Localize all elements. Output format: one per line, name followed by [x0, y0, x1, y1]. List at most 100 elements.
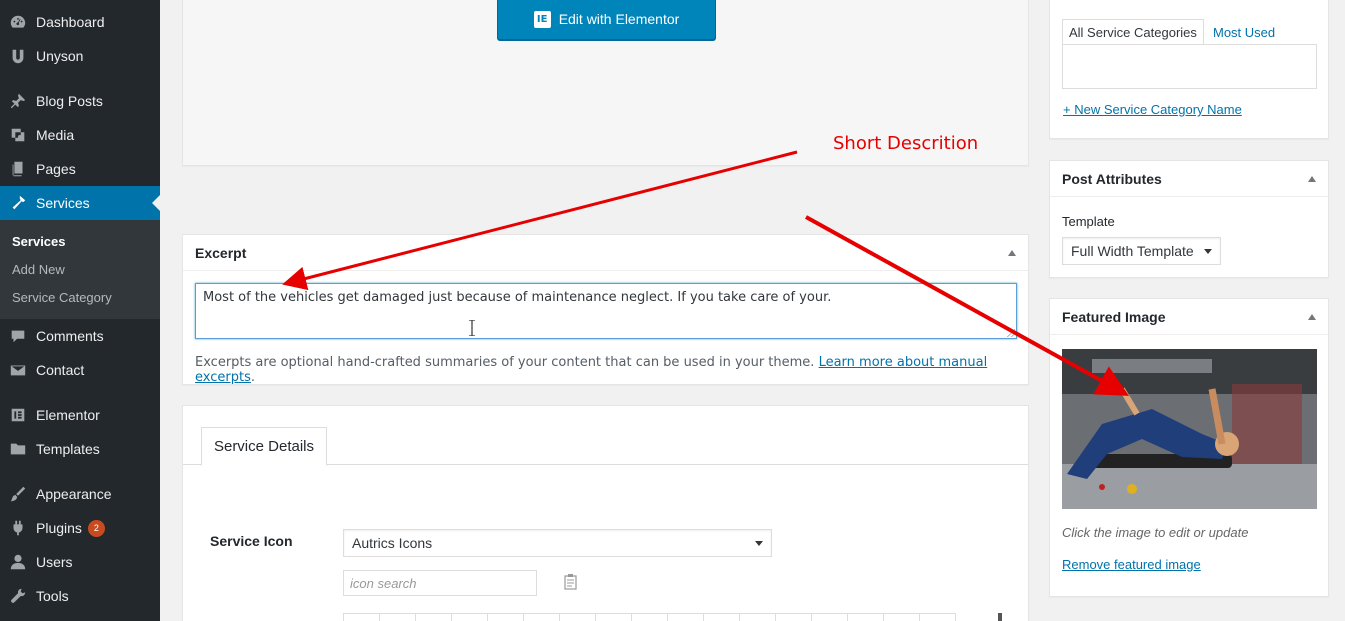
- sidebar-item-label: Templates: [36, 441, 100, 457]
- services-submenu: Services Add New Service Category: [0, 220, 160, 319]
- edit-with-elementor-label: Edit with Elementor: [558, 11, 680, 27]
- envelope-icon: [0, 361, 36, 379]
- service-icon-select[interactable]: Autrics Icons: [343, 529, 772, 557]
- icon-cell[interactable]: [379, 613, 416, 621]
- sidebar-item-media[interactable]: Media: [0, 118, 160, 152]
- folder-icon: [0, 440, 36, 458]
- icon-cell[interactable]: [559, 613, 596, 621]
- sidebar-item-label: Contact: [36, 362, 85, 378]
- icon-cell[interactable]: [739, 613, 776, 621]
- icon-grid-scrollbar[interactable]: [998, 613, 1002, 621]
- add-service-category-link[interactable]: + New Service Category Name: [1063, 102, 1242, 117]
- resize-grip-icon[interactable]: [1007, 329, 1015, 337]
- featured-image-thumbnail[interactable]: [1062, 349, 1317, 509]
- icon-search-input[interactable]: [343, 570, 537, 596]
- submenu-item-service-category[interactable]: Service Category: [12, 290, 112, 305]
- sidebar-item-blog-posts[interactable]: Blog Posts: [0, 84, 160, 118]
- hammer-icon: [0, 194, 36, 212]
- service-icon-select-value: Autrics Icons: [352, 535, 433, 551]
- featured-image-hint: Click the image to edit or update: [1062, 525, 1249, 540]
- sidebar-item-appearance[interactable]: Appearance: [0, 477, 160, 511]
- sidebar-item-pages[interactable]: Pages: [0, 152, 160, 186]
- tab-all-service-categories[interactable]: All Service Categories: [1062, 19, 1204, 45]
- excerpt-box: Excerpt Most of the vehicles get damaged…: [182, 234, 1029, 385]
- icon-picker-grid: [343, 613, 987, 621]
- dropdown-arrow-icon: [1204, 248, 1212, 254]
- excerpt-header[interactable]: Excerpt: [183, 235, 1028, 271]
- sidebar-item-label: Services: [36, 195, 90, 211]
- icon-cell[interactable]: [919, 613, 956, 621]
- icon-cell[interactable]: [595, 613, 632, 621]
- sidebar-item-label: Appearance: [36, 486, 112, 502]
- pages-icon: [0, 160, 36, 178]
- icon-cell[interactable]: [451, 613, 488, 621]
- sidebar-item-label: Pages: [36, 161, 76, 177]
- sidebar-item-label: Elementor: [36, 407, 100, 423]
- sidebar-item-contact[interactable]: Contact: [0, 353, 160, 387]
- clipboard-icon[interactable]: [562, 573, 580, 591]
- featured-image-title: Featured Image: [1062, 308, 1166, 325]
- icon-cell[interactable]: [487, 613, 524, 621]
- current-menu-arrow: [152, 195, 160, 211]
- template-select[interactable]: Full Width Template: [1062, 237, 1221, 265]
- excerpt-help-end: .: [250, 370, 255, 385]
- tab-service-details[interactable]: Service Details: [201, 427, 327, 466]
- sidebar-item-tools[interactable]: Tools: [0, 579, 160, 613]
- collapse-arrow-icon[interactable]: [1308, 175, 1316, 182]
- post-attributes-header[interactable]: Post Attributes: [1050, 161, 1328, 197]
- service-details-box: Service Details Service Icon Autrics Ico…: [182, 405, 1029, 621]
- sidebar-item-elementor[interactable]: Elementor: [0, 398, 160, 432]
- sidebar-item-users[interactable]: Users: [0, 545, 160, 579]
- sidebar-item-unyson[interactable]: Unyson: [0, 39, 160, 73]
- admin-sidebar: Dashboard Unyson Blog Posts Media Pages …: [0, 0, 160, 621]
- icon-cell[interactable]: [667, 613, 704, 621]
- elementor-logo-icon: IE: [533, 10, 551, 28]
- sidebar-item-dashboard[interactable]: Dashboard: [0, 5, 160, 39]
- icon-cell[interactable]: [523, 613, 560, 621]
- sidebar-item-plugins[interactable]: Plugins 2: [0, 511, 160, 545]
- excerpt-help-body: Excerpts are optional hand-crafted summa…: [195, 355, 815, 370]
- icon-cell[interactable]: [883, 613, 920, 621]
- service-icon-label: Service Icon: [210, 533, 293, 549]
- plugins-update-badge: 2: [87, 519, 105, 537]
- sidebar-item-comments[interactable]: Comments: [0, 319, 160, 353]
- submenu-item-services[interactable]: Services: [12, 234, 66, 249]
- remove-featured-image-link[interactable]: Remove featured image: [1062, 557, 1201, 572]
- icon-cell[interactable]: [703, 613, 740, 621]
- post-attributes-box: Post Attributes Template Full Width Temp…: [1049, 160, 1329, 278]
- annotation-label: Short Descrition: [833, 133, 979, 154]
- excerpt-value: Most of the vehicles get damaged just be…: [203, 290, 832, 305]
- sidebar-item-label: Blog Posts: [36, 93, 103, 109]
- icon-cell[interactable]: [415, 613, 452, 621]
- excerpt-textarea[interactable]: Most of the vehicles get damaged just be…: [195, 283, 1017, 339]
- comment-icon: [0, 327, 36, 345]
- brush-icon: [0, 485, 36, 503]
- pushpin-icon: [0, 92, 36, 110]
- collapse-arrow-icon[interactable]: [1308, 313, 1316, 320]
- category-checklist: [1062, 44, 1317, 89]
- sidebar-item-label: Users: [36, 554, 73, 570]
- sidebar-item-label: Comments: [36, 328, 104, 344]
- sidebar-item-label: Unyson: [36, 48, 84, 64]
- icon-cell[interactable]: [631, 613, 668, 621]
- collapse-arrow-icon[interactable]: [1008, 249, 1016, 256]
- media-icon: [0, 126, 36, 144]
- unyson-icon: [0, 47, 36, 65]
- featured-image-header[interactable]: Featured Image: [1050, 299, 1328, 335]
- submenu-item-add-new[interactable]: Add New: [12, 262, 65, 277]
- template-label: Template: [1062, 214, 1115, 229]
- plugin-icon: [0, 519, 36, 537]
- sidebar-item-label: Plugins: [36, 520, 82, 536]
- sidebar-item-label: Media: [36, 127, 75, 143]
- sidebar-item-services[interactable]: Services: [0, 186, 160, 220]
- sidebar-item-templates[interactable]: Templates: [0, 432, 160, 466]
- icon-cell[interactable]: [847, 613, 884, 621]
- service-categories-box: All Service Categories Most Used + New S…: [1049, 0, 1329, 139]
- dropdown-arrow-icon: [755, 540, 763, 546]
- edit-with-elementor-button[interactable]: IE Edit with Elementor: [497, 0, 716, 40]
- icon-cell[interactable]: [811, 613, 848, 621]
- tab-most-used[interactable]: Most Used: [1207, 19, 1281, 45]
- icon-cell[interactable]: [775, 613, 812, 621]
- elementor-icon: [0, 406, 36, 424]
- icon-cell[interactable]: [343, 613, 380, 621]
